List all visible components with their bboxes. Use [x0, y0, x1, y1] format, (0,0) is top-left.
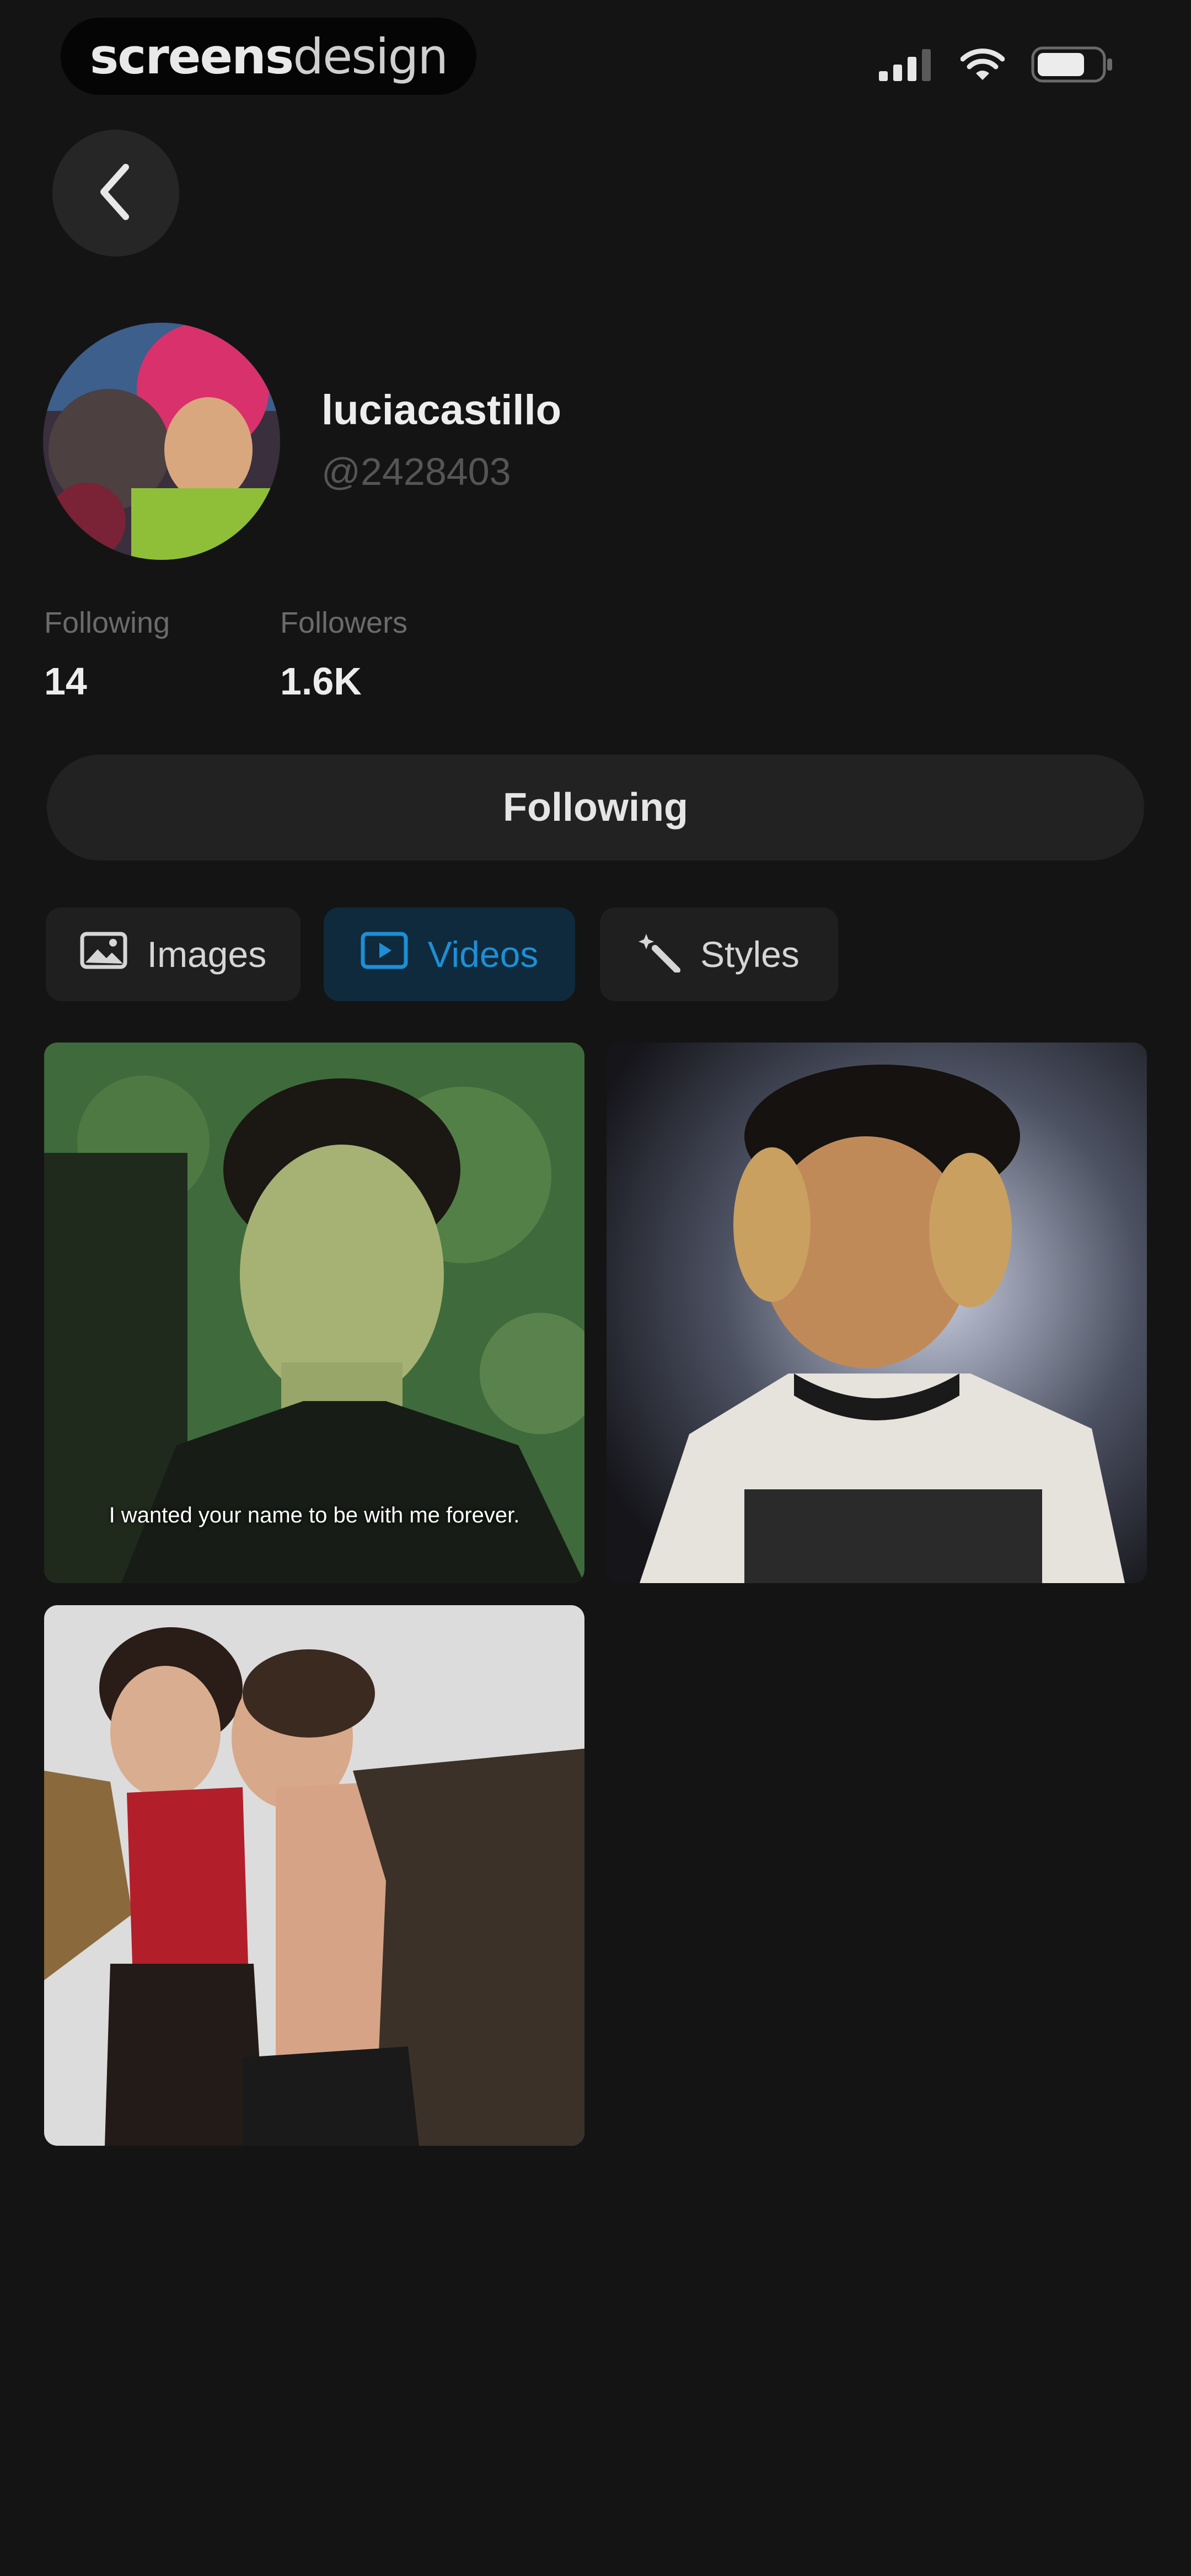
wifi-icon	[960, 48, 1005, 84]
tab-images-label: Images	[147, 934, 267, 975]
followers-count-value[interactable]: 1.6K	[280, 659, 362, 703]
status-icons	[879, 46, 1114, 85]
tab-images[interactable]: Images	[46, 907, 301, 1001]
video-thumbnail[interactable]	[607, 1043, 1147, 1583]
user-handle: @2428403	[321, 450, 511, 493]
video-thumbnail[interactable]	[44, 1605, 584, 2146]
tab-styles[interactable]: Styles	[600, 907, 838, 1001]
brand-logo: screensdesign	[61, 18, 476, 95]
status-bar: screensdesign	[0, 0, 1191, 121]
display-name: luciacastillo	[321, 387, 562, 434]
magic-wand-icon	[639, 928, 681, 981]
avatar[interactable]	[43, 323, 280, 560]
tab-styles-label: Styles	[700, 934, 800, 975]
following-button[interactable]: Following	[47, 755, 1144, 861]
tab-videos-label: Videos	[427, 934, 539, 975]
video-thumbnail[interactable]: I wanted your name to be with me forever…	[44, 1043, 584, 1583]
signal-icon	[879, 48, 934, 84]
image-icon	[80, 932, 127, 977]
tab-videos[interactable]: Videos	[324, 907, 575, 1001]
chevron-left-icon	[94, 162, 138, 225]
brand-text: screensdesign	[89, 28, 448, 85]
battery-icon	[1031, 46, 1114, 85]
following-count-value[interactable]: 14	[44, 659, 87, 703]
video-icon	[361, 932, 408, 977]
followers-count-label[interactable]: Followers	[280, 606, 407, 640]
video-caption: I wanted your name to be with me forever…	[109, 1503, 520, 1527]
following-count-label[interactable]: Following	[44, 606, 170, 640]
back-button[interactable]	[52, 130, 179, 256]
